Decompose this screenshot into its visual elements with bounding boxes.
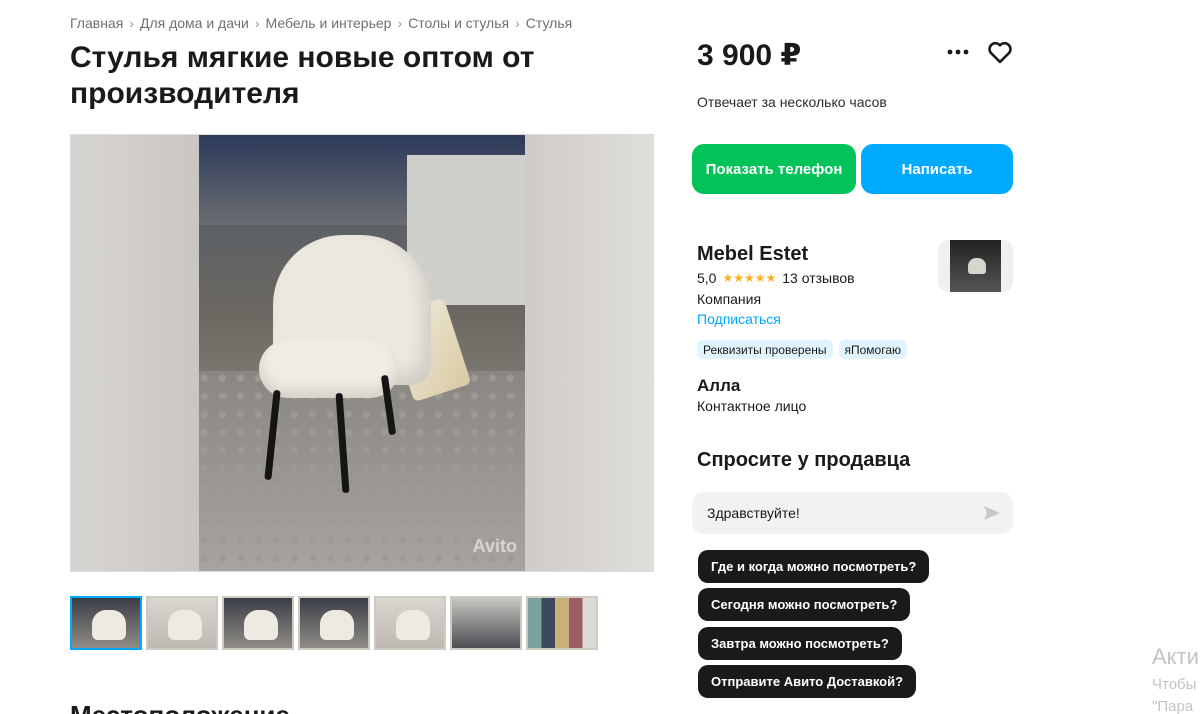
- write-message-button[interactable]: Написать: [861, 144, 1013, 194]
- breadcrumb-separator: ›: [397, 15, 403, 31]
- send-icon[interactable]: [982, 503, 1002, 523]
- breadcrumb-item-tables-chairs[interactable]: Столы и стулья: [408, 15, 509, 31]
- seller-badges: Реквизиты проверены яПомогаю: [697, 340, 908, 359]
- quick-reply-where-when[interactable]: Где и когда можно посмотреть?: [698, 550, 930, 583]
- contact-name: Алла: [697, 376, 741, 395]
- seller-rating[interactable]: 5,0 ★★★★★ 13 отзывов: [697, 270, 855, 286]
- contact-role: Контактное лицо: [697, 398, 807, 414]
- breadcrumb-item-chairs[interactable]: Стулья: [526, 15, 572, 31]
- show-phone-button[interactable]: Показать телефон: [692, 144, 856, 194]
- breadcrumb: Главная › Для дома и дачи › Мебель и инт…: [70, 15, 572, 31]
- page-title: Стулья мягкие новые оптом от производите…: [70, 41, 535, 110]
- os-activation-watermark: Акти: [1152, 644, 1199, 669]
- subscribe-link[interactable]: Подписаться: [697, 311, 781, 327]
- main-photo[interactable]: Avito: [199, 135, 527, 571]
- badge-verified[interactable]: Реквизиты проверены: [697, 340, 833, 359]
- quick-reply-delivery[interactable]: Отправите Авито Доставкой?: [698, 665, 917, 698]
- avito-watermark: Avito: [472, 536, 517, 556]
- seller-name[interactable]: Mebel Estet: [697, 243, 808, 266]
- seller-type: Компания: [697, 291, 762, 307]
- thumbnail-strip: [70, 596, 598, 650]
- breadcrumb-separator: ›: [254, 15, 260, 31]
- price: 3 900 ₽: [697, 39, 802, 72]
- thumbnail-7[interactable]: [526, 596, 598, 650]
- os-activation-watermark-line2: Чтобы: [1152, 676, 1197, 693]
- main-photo-gallery[interactable]: Avito: [70, 134, 654, 572]
- thumbnail-6[interactable]: [450, 596, 522, 650]
- gallery-blur-right: [525, 135, 653, 571]
- thumbnail-1[interactable]: [70, 596, 142, 650]
- breadcrumb-separator: ›: [515, 15, 520, 31]
- chair-seat: [259, 340, 399, 398]
- breadcrumb-item-home-garden[interactable]: Для дома и дачи: [140, 15, 249, 31]
- badge-help[interactable]: яПомогаю: [838, 340, 908, 359]
- response-time: Отвечает за несколько часов: [697, 94, 887, 110]
- rating-value: 5,0: [697, 270, 717, 286]
- os-activation-watermark-line3: "Пара: [1152, 698, 1194, 714]
- seller-avatar[interactable]: [938, 240, 1013, 292]
- gallery-blur-left: [71, 135, 199, 571]
- breadcrumb-item-home[interactable]: Главная: [70, 15, 123, 31]
- thumbnail-2[interactable]: [146, 596, 218, 650]
- thumbnail-5[interactable]: [374, 596, 446, 650]
- rating-stars-icon: ★★★★★: [722, 271, 777, 285]
- location-section-title: Местоположение: [70, 700, 290, 714]
- ask-seller-input[interactable]: [692, 492, 1013, 534]
- thumbnail-3[interactable]: [222, 596, 294, 650]
- favorite-heart-icon[interactable]: [986, 38, 1014, 66]
- ask-seller-title: Спросите у продавца: [697, 449, 911, 471]
- quick-reply-today[interactable]: Сегодня можно посмотреть?: [698, 588, 911, 621]
- more-options-icon[interactable]: [944, 40, 972, 64]
- reviews-count[interactable]: 13 отзывов: [782, 270, 854, 286]
- breadcrumb-separator: ›: [129, 15, 134, 31]
- quick-reply-tomorrow[interactable]: Завтра можно посмотреть?: [698, 627, 902, 660]
- thumbnail-4[interactable]: [298, 596, 370, 650]
- breadcrumb-item-furniture[interactable]: Мебель и интерьер: [266, 15, 392, 31]
